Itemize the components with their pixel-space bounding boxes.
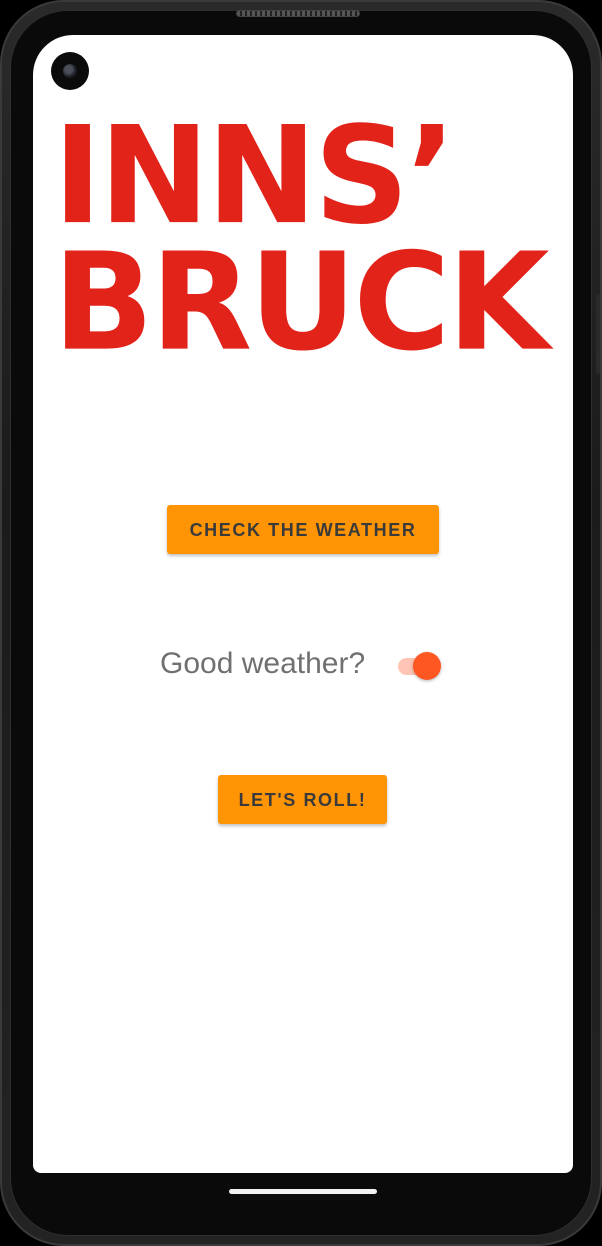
app-logo: INNS’ BRUCK (53, 97, 553, 382)
camera-icon (51, 52, 89, 90)
good-weather-switch[interactable] (396, 649, 444, 681)
logo-line-1: INNS’ (53, 97, 456, 255)
lets-roll-button[interactable]: LET'S ROLL! (218, 775, 387, 824)
logo-line-2: BRUCK (53, 224, 550, 382)
power-button (596, 294, 600, 374)
speaker-grille (236, 10, 360, 17)
system-nav-bar (33, 1173, 573, 1213)
home-indicator[interactable] (229, 1189, 377, 1194)
good-weather-row: Good weather? (33, 645, 573, 687)
app-screen: INNS’ BRUCK CHECK THE WEATHER Good weath… (33, 35, 573, 1173)
good-weather-label: Good weather? (160, 647, 366, 680)
phone-frame: INNS’ BRUCK CHECK THE WEATHER Good weath… (0, 0, 602, 1246)
switch-thumb (413, 652, 441, 680)
check-weather-button[interactable]: CHECK THE WEATHER (167, 505, 439, 554)
